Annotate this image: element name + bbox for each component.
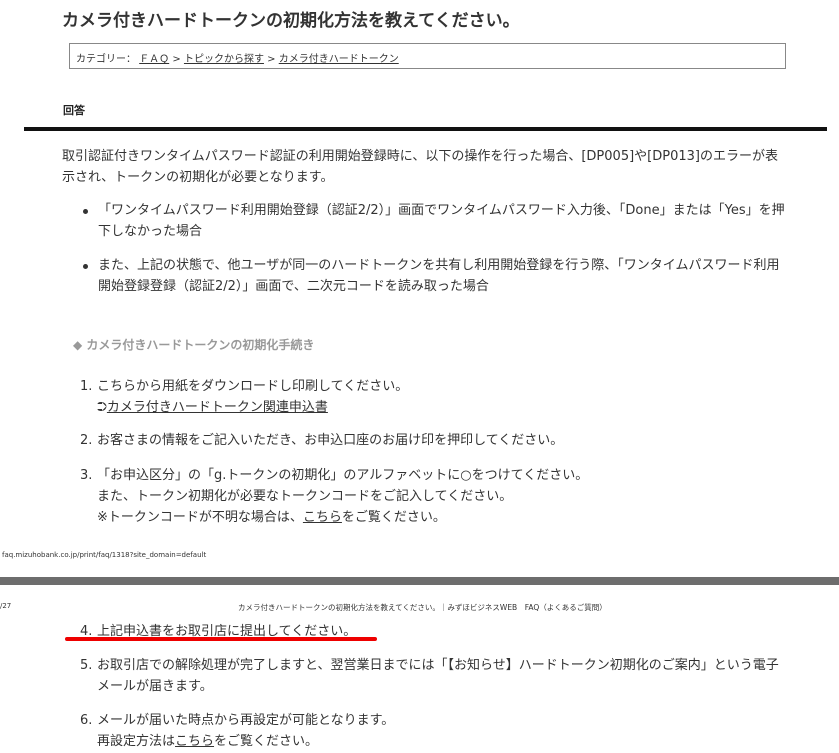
breadcrumb-link-faq[interactable]: ＦＡＱ	[139, 54, 169, 65]
page-break-band	[0, 577, 839, 585]
print-footer-url: faq.mizuhobank.co.jp/print/faq/1318?site…	[2, 551, 207, 559]
step-number: 5.	[80, 658, 93, 673]
step-text: お取引店での解除処理が完了しますと、翌営業日までには「【お知らせ】ハードトークン…	[97, 658, 779, 694]
step-text: 「お申込区分」の「g.トークンの初期化」のアルファベットに○をつけてください。	[97, 468, 589, 483]
breadcrumb: カテゴリー： ＦＡＱ > トピックから探す > カメラ付きハードトークン	[69, 43, 786, 69]
list-item: 「ワンタイムパスワード利用開始登録（認証2/2）」画面でワンタイムパスワード入力…	[80, 200, 785, 242]
step-text: また、トークン初期化が必要なトークンコードをご記入してください。	[97, 489, 513, 504]
reset-method-link[interactable]: こちら	[175, 734, 214, 749]
token-code-help-link[interactable]: こちら	[303, 510, 342, 525]
answer-label: 回答	[63, 104, 85, 117]
intro-paragraph: 取引認証付きワンタイムパスワード認証の利用開始登録時に、以下の操作を行った場合、…	[62, 149, 778, 185]
bullet-icon	[83, 264, 88, 269]
step-text: お客さまの情報をご記入いただき、お申込口座のお届け印を押印してください。	[97, 433, 564, 448]
page-number: /27	[0, 602, 12, 610]
list-item: また、上記の状態で、他ユーザが同一のハードトークンを共有し利用開始登録を行う際、…	[80, 255, 785, 297]
breadcrumb-link-camera-token[interactable]: カメラ付きハードトークン	[279, 54, 399, 65]
breadcrumb-prefix: カテゴリー：	[76, 54, 136, 65]
breadcrumb-separator: >	[172, 54, 181, 65]
breadcrumb-separator: >	[267, 54, 276, 65]
step-text: をご覧ください。	[214, 734, 319, 749]
step-number: 3.	[80, 468, 93, 483]
step-1: 1. こちらから用紙をダウンロードし印刷してください。 ⮊カメラ付きハードトーク…	[80, 376, 790, 418]
bullet-text: また、上記の状態で、他ユーザが同一のハードトークンを共有し利用開始登録を行う際、…	[98, 258, 780, 294]
step-text: こちらから用紙をダウンロードし印刷してください。	[97, 379, 409, 394]
step-number: 1.	[80, 379, 93, 394]
print-header-title: カメラ付きハードトークンの初期化方法を教えてください。｜みずほビジネスWEB F…	[238, 603, 607, 612]
page-title: カメラ付きハードトークンの初期化方法を教えてください。	[62, 11, 520, 31]
section-heading: ◆ カメラ付きハードトークンの初期化手続き	[73, 338, 315, 352]
application-form-link[interactable]: カメラ付きハードトークン関連申込書	[107, 400, 328, 415]
breadcrumb-link-topics[interactable]: トピックから探す	[184, 54, 264, 65]
step-text: 再設定方法は	[97, 734, 176, 749]
step-number: 2.	[80, 433, 93, 448]
highlight-underline	[65, 637, 377, 641]
step-3: 3. 「お申込区分」の「g.トークンの初期化」のアルファベットに○をつけてくださ…	[80, 465, 790, 528]
step-5: 5. お取引店での解除処理が完了しますと、翌営業日までには「【お知らせ】ハードト…	[80, 655, 790, 697]
step-number: 6.	[80, 713, 93, 728]
bullet-icon	[83, 209, 88, 214]
step-2: 2. お客さまの情報をご記入いただき、お申込口座のお届け印を押印してください。	[80, 430, 790, 451]
step-text: をご覧ください。	[341, 510, 446, 525]
bullet-text: 「ワンタイムパスワード利用開始登録（認証2/2）」画面でワンタイムパスワード入力…	[98, 203, 785, 239]
step-text: メールが届いた時点から再設定が可能となります。	[97, 713, 395, 728]
link-arrow-icon: ⮊	[97, 400, 107, 415]
step-6: 6. メールが届いた時点から再設定が可能となります。 再設定方法はこちらをご覧く…	[80, 710, 790, 752]
step-text: ※トークンコードが不明な場合は、	[97, 510, 303, 525]
divider	[24, 127, 827, 131]
